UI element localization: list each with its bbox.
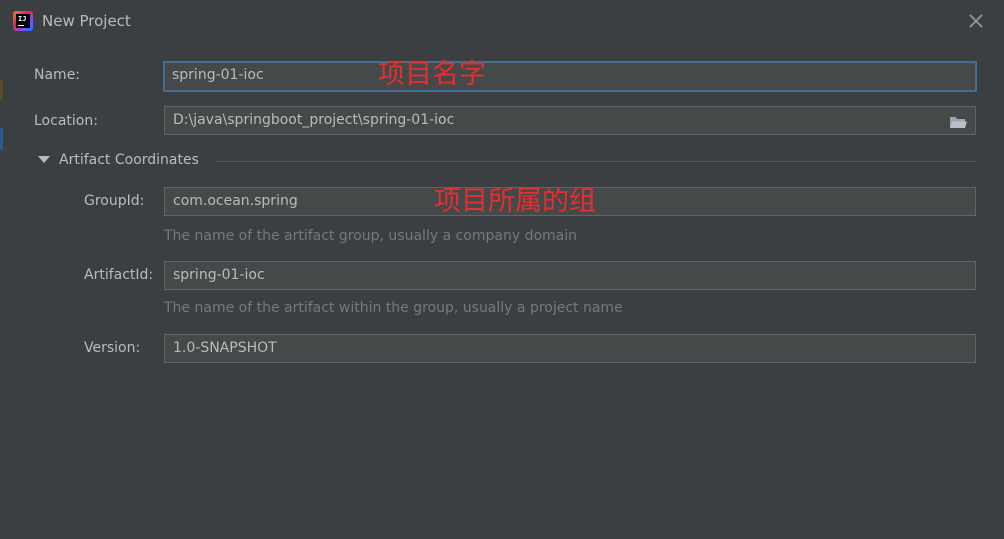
name-field[interactable]: spring-01-ioc <box>163 61 977 92</box>
background-window-edge <box>0 128 3 150</box>
folder-icon[interactable] <box>949 113 967 128</box>
close-icon[interactable] <box>964 9 988 33</box>
group-annotation: 项目所属的组 <box>434 186 596 217</box>
artifactid-label: ArtifactId: <box>84 267 154 283</box>
location-field[interactable]: D:\java\springboot_project\spring-01-ioc <box>164 106 976 135</box>
intellij-idea-icon: IJ <box>13 11 33 31</box>
artifact-coordinates-title: Artifact Coordinates <box>59 152 199 168</box>
name-annotation: 项目名字 <box>378 59 486 90</box>
section-divider <box>215 161 976 162</box>
artifactid-hint: The name of the artifact within the grou… <box>164 300 623 316</box>
version-field[interactable]: 1.0-SNAPSHOT <box>164 334 976 363</box>
location-label: Location: <box>34 113 98 129</box>
name-label: Name: <box>34 67 81 83</box>
groupid-label: GroupId: <box>84 193 145 209</box>
location-value: D:\java\springboot_project\spring-01-ioc <box>173 112 455 128</box>
expand-triangle-icon <box>38 156 50 163</box>
window-title: New Project <box>42 12 131 30</box>
title-bar: IJ New Project <box>0 0 1004 42</box>
artifactid-field[interactable]: spring-01-ioc <box>164 261 976 290</box>
groupid-hint: The name of the artifact group, usually … <box>164 228 577 244</box>
background-window-edge <box>0 80 3 100</box>
version-label: Version: <box>84 340 141 356</box>
